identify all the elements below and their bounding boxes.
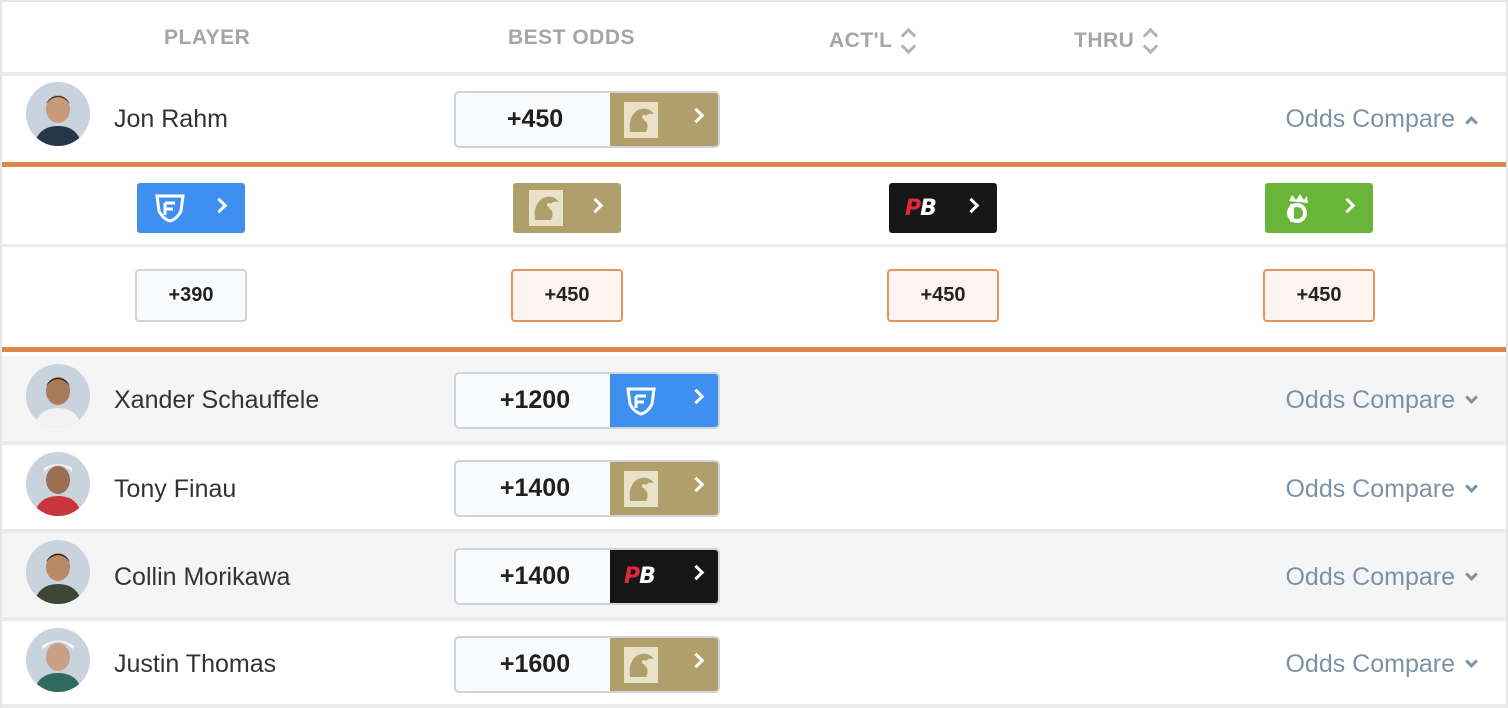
sort-updown-icon[interactable] [1142, 26, 1158, 56]
sportsbook-link-fanduel[interactable] [610, 374, 718, 427]
betmgm-lion-icon [624, 101, 658, 138]
sportsbook-link-pointsbet[interactable]: PB [889, 183, 997, 233]
chevron-right-icon [688, 652, 705, 669]
odds-compare-toggle[interactable]: Odds Compare [1285, 650, 1478, 679]
chevron-right-icon [688, 107, 705, 124]
chevron-right-icon [211, 197, 228, 214]
odds-compare-toggle[interactable]: Odds Compare [1285, 563, 1478, 592]
odds-compare-label: Odds Compare [1285, 475, 1455, 503]
chevron-right-icon [688, 476, 705, 493]
column-header-best-odds: BEST ODDS [508, 26, 636, 49]
best-odds-value: +450 [506, 105, 564, 133]
draftkings-crown-icon [1287, 194, 1308, 223]
odds-cell-fanduel[interactable]: +390 [135, 269, 247, 322]
fanduel-shield-icon [155, 194, 185, 223]
odds-compare-label: Odds Compare [1285, 386, 1455, 414]
column-header-actual[interactable]: ACT'L [829, 26, 916, 56]
best-odds-value: +1400 [499, 474, 571, 502]
column-header-actual-label: ACT'L [829, 29, 893, 52]
avatar [26, 540, 90, 604]
odds-cell-pointsbet[interactable]: +450 [887, 269, 999, 322]
best-odds-button[interactable]: +1400 [454, 460, 720, 517]
chevron-right-icon [1339, 197, 1356, 214]
column-header-player: PLAYER [164, 26, 251, 49]
player-name[interactable]: Collin Morikawa [114, 563, 290, 592]
table-row[interactable]: Justin Thomas +1600 Odds Compare [2, 621, 1506, 708]
avatar [26, 452, 90, 516]
odds-compare-label: Odds Compare [1285, 650, 1455, 678]
avatar [26, 364, 90, 428]
best-odds-button[interactable]: +450 [454, 91, 720, 148]
best-odds-button[interactable]: +1200 [454, 372, 720, 429]
avatar [26, 82, 90, 146]
table-row[interactable]: Xander Schauffele +1200 Odds Compare [2, 356, 1506, 445]
pointsbet-pb-icon: PB [905, 195, 937, 221]
chevron-right-icon [688, 388, 705, 405]
column-header-thru[interactable]: THRU [1074, 26, 1158, 56]
chevron-right-icon [963, 197, 980, 214]
avatar [26, 628, 90, 692]
pointsbet-pb-icon: PB [624, 564, 656, 589]
player-name[interactable]: Jon Rahm [114, 105, 228, 134]
table-row[interactable]: Collin Morikawa +1400 PB Odds Compare [2, 533, 1506, 621]
odds-compare-toggle[interactable]: Odds Compare [1285, 105, 1478, 134]
table-header: PLAYER BEST ODDS ACT'L THRU [2, 0, 1506, 76]
betmgm-lion-icon [529, 190, 563, 226]
best-odds-value: +1200 [499, 386, 571, 414]
chevron-right-icon [587, 197, 604, 214]
sportsbook-link-fanduel[interactable] [137, 183, 245, 233]
player-name[interactable]: Tony Finau [114, 475, 236, 504]
divider [2, 244, 1506, 247]
best-odds-button[interactable]: +1400 PB [454, 548, 720, 605]
sportsbook-link-betmgm[interactable] [610, 638, 718, 691]
table-row[interactable]: Tony Finau +1400 Odds Compare [2, 445, 1506, 533]
odds-compare-toggle[interactable]: Odds Compare [1285, 475, 1478, 504]
chevron-down-icon [1465, 480, 1478, 493]
odds-compare-toggle[interactable]: Odds Compare [1285, 386, 1478, 415]
betmgm-lion-icon [624, 470, 658, 507]
sportsbook-link-pointsbet[interactable]: PB [610, 550, 718, 603]
sportsbook-link-betmgm[interactable] [610, 462, 718, 515]
fanduel-shield-icon [626, 387, 656, 416]
sportsbook-link-betmgm[interactable] [513, 183, 621, 233]
chevron-up-icon [1465, 116, 1478, 129]
sportsbook-link-betmgm[interactable] [610, 93, 718, 146]
column-header-thru-label: THRU [1074, 29, 1135, 52]
table-row[interactable]: Jon Rahm +450 Odds Compare [2, 76, 1506, 162]
chevron-down-icon [1465, 655, 1478, 668]
chevron-right-icon [688, 564, 705, 581]
odds-table: PLAYER BEST ODDS ACT'L THRU Jon Rahm +45… [0, 0, 1508, 708]
odds-cell-betmgm[interactable]: +450 [511, 269, 623, 322]
odds-compare-label: Odds Compare [1285, 105, 1455, 133]
chevron-down-icon [1465, 391, 1478, 404]
sort-updown-icon[interactable] [900, 26, 916, 56]
best-odds-value: +1400 [499, 562, 571, 590]
odds-compare-panel: PB +390 +450 +450 +450 [2, 162, 1506, 352]
odds-compare-label: Odds Compare [1285, 563, 1455, 591]
player-name[interactable]: Xander Schauffele [114, 386, 319, 415]
chevron-down-icon [1465, 568, 1478, 581]
odds-cell-draftkings[interactable]: +450 [1263, 269, 1375, 322]
player-name[interactable]: Justin Thomas [114, 650, 276, 679]
betmgm-lion-icon [624, 646, 658, 683]
best-odds-value: +1600 [499, 650, 571, 678]
sportsbook-link-draftkings[interactable] [1265, 183, 1373, 233]
best-odds-button[interactable]: +1600 [454, 636, 720, 693]
